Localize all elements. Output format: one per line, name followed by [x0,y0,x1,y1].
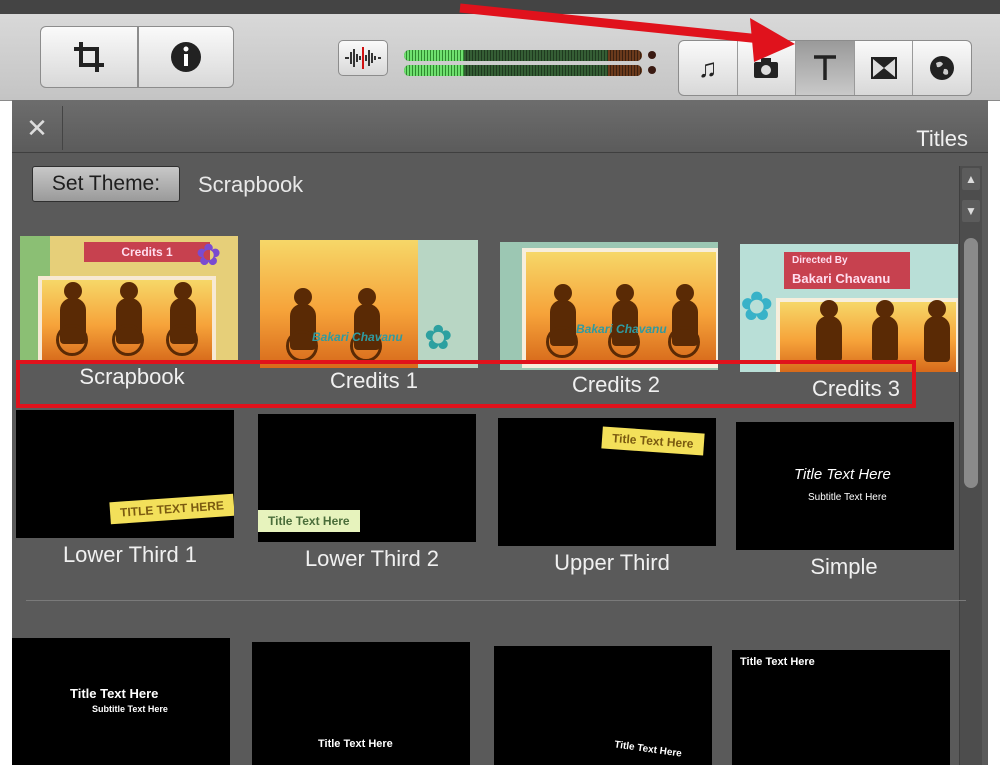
close-button[interactable]: ✕ [12,106,63,150]
title-tile-credits-3[interactable]: ✿ Directed By Bakari Chavanu [740,244,958,372]
preview-banner-top: Directed By [784,252,910,269]
maps-browser-button[interactable] [913,41,971,95]
close-icon: ✕ [26,112,48,143]
set-theme-button[interactable]: Set Theme: [32,166,180,202]
waveform-icon [345,47,381,69]
preview-banner: Credits 1 [84,242,210,262]
preview-overlay-text: Bakari Chavanu [576,322,667,336]
preview-tag: Title Text Here [601,426,705,456]
tile-label: Upper Third [554,550,670,575]
preview-title: Title Text Here [794,466,891,483]
annotation-arrow [459,3,795,62]
preview-subtitle: Subtitle Text Here [92,704,168,714]
panel-title: Titles [916,126,968,151]
preview-tag: Title Text Here [258,510,360,532]
preview-title: Title Text Here [318,738,393,750]
title-tile-lower-third-1[interactable]: TITLE TEXT HERE [16,410,234,538]
title-tile-row3-2[interactable]: Title Text Here [252,642,470,765]
preview-title: Title Text Here [613,739,683,760]
title-tile-lower-third-2[interactable]: Title Text Here [258,414,476,542]
info-icon [171,42,201,72]
title-tile-upper-third[interactable]: Title Text Here [498,418,716,546]
waveform-button[interactable] [338,40,388,76]
title-tile-credits-2[interactable]: Bakari Chavanu [500,242,718,370]
map-icon [930,56,955,80]
info-button[interactable] [138,26,234,88]
preview-banner-name: Bakari Chavanu [784,268,910,289]
titles-panel: ✕ Titles Set Theme: Scrapbook ▲ ▼ Credit… [12,100,988,765]
crop-button[interactable] [40,26,138,88]
flower-decoration: ✿ [740,285,774,329]
preview-subtitle: Subtitle Text Here [808,492,887,503]
section-divider [26,600,966,601]
scroll-up-icon[interactable]: ▲ [962,168,980,190]
transition-icon [870,57,897,79]
title-tile-scrapbook[interactable]: Credits 1 ✿ [20,236,238,364]
preview-tag: TITLE TEXT HERE [109,493,234,525]
title-tile-row3-3[interactable]: Title Text Here [494,646,712,765]
preview-overlay-text: Bakari Chavanu [312,330,403,344]
vertical-scrollbar[interactable]: ▲ ▼ [959,166,982,765]
panel-header: ✕ Titles [12,100,988,153]
title-tile-credits-1[interactable]: ✿ Bakari Chavanu [260,240,478,368]
preview-title: Title Text Here [70,686,159,701]
scroll-thumb[interactable] [964,238,978,488]
flower-decoration: ✿ [196,239,222,272]
preview-title: Title Text Here [740,656,815,668]
tile-label: Simple [810,554,878,579]
tile-label: Lower Third 1 [62,542,198,567]
title-tile-row3-4[interactable]: Title Text Here [732,650,950,765]
title-icon [813,55,836,80]
tile-label: Lower Third 2 [304,546,440,571]
scroll-down-icon[interactable]: ▼ [962,200,980,222]
title-tile-simple[interactable]: Title Text Here Subtitle Text Here [736,422,954,550]
current-theme-name: Scrapbook [198,172,304,197]
title-tile-row3-1[interactable]: Title Text Here Subtitle Text Here [12,638,230,765]
transitions-browser-button[interactable] [855,41,914,95]
flower-decoration: ✿ [424,319,453,357]
crop-icon [74,42,104,72]
annotation-highlight-box [16,360,916,408]
